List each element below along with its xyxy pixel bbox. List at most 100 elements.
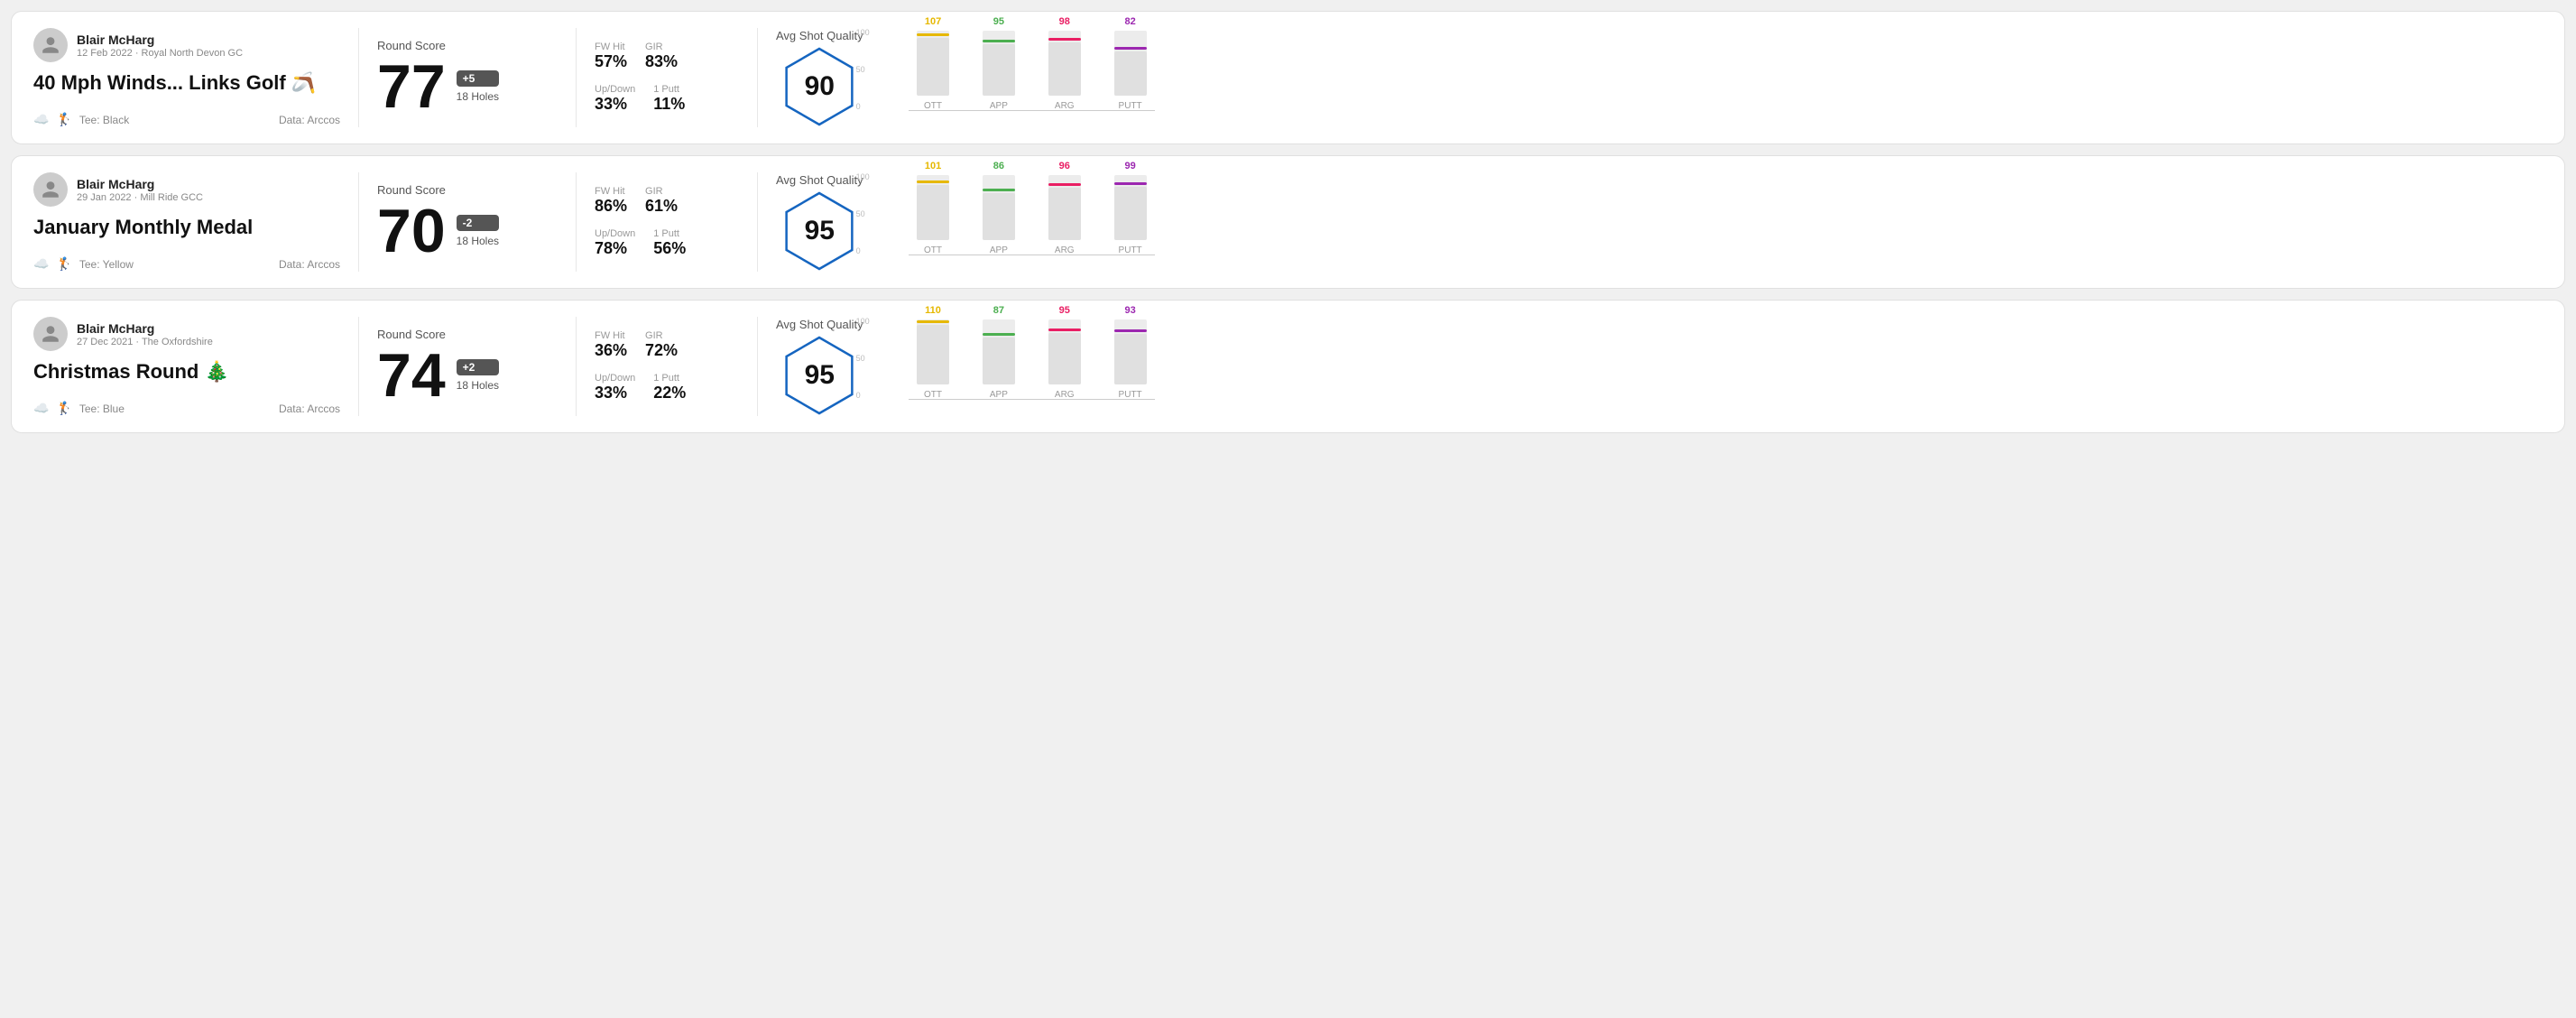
round-title-1: 40 Mph Winds... Links Golf 🪃: [33, 71, 340, 95]
bar-fill-arg: [1048, 188, 1081, 240]
stat-group-bot-2: Up/Down 78% 1 Putt 56%: [595, 228, 739, 258]
bar-group-ott: 110 OTT: [909, 305, 958, 400]
bar-fill-ott: [917, 38, 949, 96]
card-score-1: Round Score 77 +5 18 Holes: [377, 28, 558, 127]
fw-hit-label-3: FW Hit: [595, 330, 627, 341]
bar-group-arg: 96 ARG: [1039, 161, 1089, 255]
hexagon-2: 95: [779, 190, 860, 272]
oneputt-label-1: 1 Putt: [653, 84, 685, 95]
tee-label-3: Tee: Blue: [79, 403, 125, 415]
player-meta-1: 12 Feb 2022 · Royal North Devon GC: [77, 48, 243, 59]
divider-2-3: [576, 317, 577, 416]
card-footer-1: ☁️ 🏌️ Tee: Black Data: Arccos: [33, 112, 340, 127]
score-big-3: 74: [377, 345, 446, 406]
bar-value-ott: 101: [925, 161, 941, 171]
oneputt-value-2: 56%: [653, 239, 686, 258]
quality-label-1: Avg Shot Quality: [776, 29, 863, 42]
bar-fill-app: [983, 44, 1015, 96]
fw-hit-label-2: FW Hit: [595, 186, 627, 197]
avatar-3: [33, 317, 68, 351]
stat-group-bot-3: Up/Down 33% 1 Putt 22%: [595, 373, 739, 403]
data-source-2: Data: Arccos: [279, 258, 340, 271]
updown-label-2: Up/Down: [595, 228, 635, 239]
flag-icon-1: 🏌️: [56, 112, 71, 127]
bar-wrapper-putt: [1114, 31, 1147, 96]
hexagon-1: 90: [779, 46, 860, 127]
divider-3-1: [757, 28, 758, 127]
bar-fill-app: [983, 338, 1015, 384]
score-big-1: 77: [377, 56, 446, 117]
updown-value-2: 78%: [595, 239, 635, 258]
bar-group-app: 95 APP: [974, 16, 1023, 111]
bar-group-ott: 101 OTT: [909, 161, 958, 255]
quality-left-3: Avg Shot Quality 95: [776, 318, 863, 416]
card-left-1: Blair McHarg 12 Feb 2022 · Royal North D…: [33, 28, 340, 127]
divider-1-2: [358, 172, 359, 272]
bar-wrapper-app: [983, 175, 1015, 240]
fw-hit-label-1: FW Hit: [595, 42, 627, 52]
player-text-3: Blair McHarg 27 Dec 2021 · The Oxfordshi…: [77, 321, 213, 347]
bar-group-putt: 82 PUTT: [1105, 16, 1155, 111]
bar-group-app: 86 APP: [974, 161, 1023, 255]
score-badge-3: +2: [457, 359, 499, 375]
fw-hit-3: FW Hit 36%: [595, 330, 627, 360]
score-big-2: 70: [377, 200, 446, 262]
cloud-icon-3: ☁️: [33, 401, 49, 416]
cloud-icon-2: ☁️: [33, 256, 49, 272]
bar-wrapper-putt: [1114, 319, 1147, 384]
bar-wrapper-ott: [917, 31, 949, 96]
hexagon-3: 95: [779, 335, 860, 416]
quality-label-2: Avg Shot Quality: [776, 173, 863, 187]
card-quality-3: Avg Shot Quality 95 100 50 0 110: [776, 317, 1155, 416]
score-row-2: 70 -2 18 Holes: [377, 200, 558, 262]
bar-group-ott: 107 OTT: [909, 16, 958, 111]
data-source-1: Data: Arccos: [279, 114, 340, 126]
oneputt-label-2: 1 Putt: [653, 228, 686, 239]
updown-value-1: 33%: [595, 95, 635, 114]
bar-value-putt: 82: [1124, 16, 1135, 27]
gir-value-2: 61%: [645, 197, 678, 216]
quality-label-3: Avg Shot Quality: [776, 318, 863, 331]
bar-fill-ott: [917, 325, 949, 384]
card-stats-2: FW Hit 86% GIR 61% Up/Down 78% 1 Putt 56…: [595, 172, 739, 272]
updown-label-1: Up/Down: [595, 84, 635, 95]
score-detail-1: +5 18 Holes: [457, 70, 499, 103]
tee-info-2: ☁️ 🏌️ Tee: Yellow: [33, 256, 134, 272]
bar-wrapper-putt: [1114, 175, 1147, 240]
card-footer-3: ☁️ 🏌️ Tee: Blue Data: Arccos: [33, 401, 340, 416]
player-text-2: Blair McHarg 29 Jan 2022 · Mill Ride GCC: [77, 177, 203, 203]
bar-wrapper-arg: [1048, 31, 1081, 96]
tee-info-1: ☁️ 🏌️ Tee: Black: [33, 112, 129, 127]
bar-value-arg: 96: [1059, 161, 1070, 171]
divider-1-1: [358, 28, 359, 127]
tee-label-1: Tee: Black: [79, 114, 129, 126]
bar-group-putt: 99 PUTT: [1105, 161, 1155, 255]
oneputt-value-3: 22%: [653, 384, 686, 403]
player-meta-2: 29 Jan 2022 · Mill Ride GCC: [77, 192, 203, 203]
divider-3-2: [757, 172, 758, 272]
divider-3-3: [757, 317, 758, 416]
player-text-1: Blair McHarg 12 Feb 2022 · Royal North D…: [77, 32, 243, 59]
stat-group-top-1: FW Hit 57% GIR 83%: [595, 42, 739, 71]
bar-fill-arg: [1048, 42, 1081, 96]
round-score-label-3: Round Score: [377, 328, 558, 341]
stat-group-bot-1: Up/Down 33% 1 Putt 11%: [595, 84, 739, 114]
divider-2-2: [576, 172, 577, 272]
card-quality-1: Avg Shot Quality 90 100 50 0 107: [776, 28, 1155, 127]
bar-fill-putt: [1114, 334, 1147, 384]
flag-icon-3: 🏌️: [56, 401, 71, 416]
chart-area-1: 100 50 0 107 OTT 95 APP: [882, 28, 1155, 127]
oneputt-2: 1 Putt 56%: [653, 228, 686, 258]
tee-info-3: ☁️ 🏌️ Tee: Blue: [33, 401, 125, 416]
hexagon-score-1: 90: [805, 71, 835, 102]
player-name-2: Blair McHarg: [77, 177, 203, 191]
card-left-3: Blair McHarg 27 Dec 2021 · The Oxfordshi…: [33, 317, 340, 416]
avatar-1: [33, 28, 68, 62]
player-info-3: Blair McHarg 27 Dec 2021 · The Oxfordshi…: [33, 317, 340, 351]
player-name-1: Blair McHarg: [77, 32, 243, 47]
divider-2-1: [576, 28, 577, 127]
oneputt-label-3: 1 Putt: [653, 373, 686, 384]
bar-wrapper-app: [983, 31, 1015, 96]
avatar-2: [33, 172, 68, 207]
card-stats-1: FW Hit 57% GIR 83% Up/Down 33% 1 Putt 11…: [595, 28, 739, 127]
